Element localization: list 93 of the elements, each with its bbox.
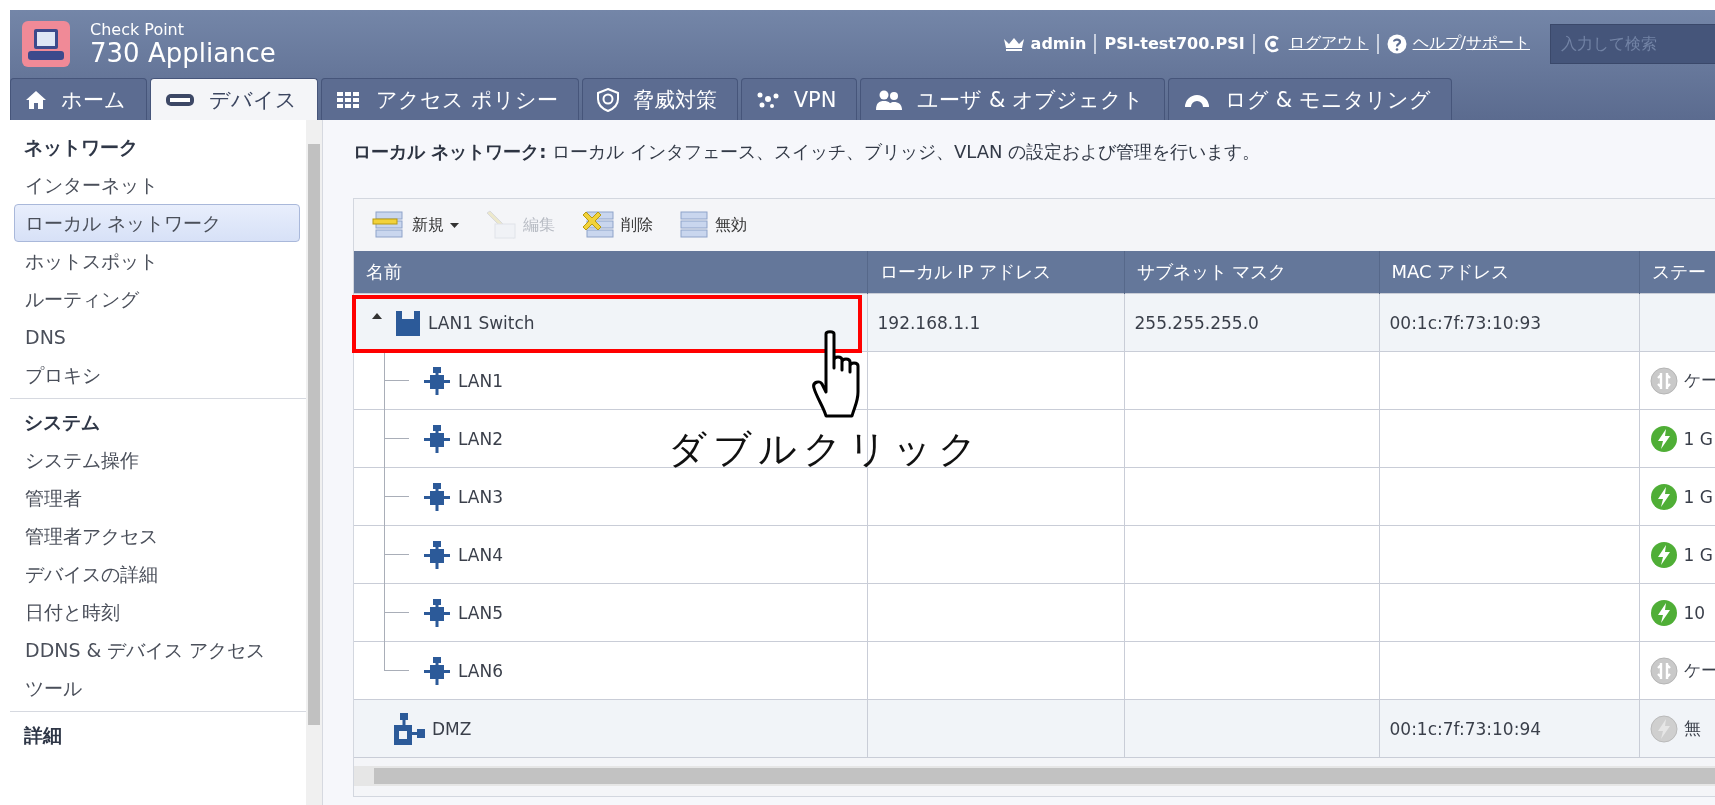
- logo-icon: [22, 20, 70, 67]
- interface-name: LAN4: [458, 544, 504, 565]
- crown-icon: [1002, 36, 1025, 51]
- tree-line: [384, 525, 409, 583]
- annotation-caption: ダブルクリック: [668, 426, 983, 473]
- switch-icon: [394, 308, 422, 337]
- nav-tab[interactable]: 脅威対策: [581, 78, 738, 120]
- cable-icon: [1649, 366, 1678, 395]
- section-heading: ネットワーク: [23, 135, 139, 160]
- help-icon: [1386, 33, 1407, 54]
- interface-name: LAN2: [458, 428, 504, 449]
- toolbar-button[interactable]: 新規: [368, 208, 463, 242]
- home-icon: [25, 89, 47, 110]
- lightning-icon: [1649, 714, 1678, 743]
- horizontal-scrollbar[interactable]: [354, 766, 1715, 786]
- table-cell: 192.168.1.1: [877, 312, 981, 333]
- interface-name: LAN6: [458, 660, 504, 681]
- sidebar-item[interactable]: DNS: [14, 318, 300, 356]
- column-header[interactable]: 名前: [354, 251, 867, 294]
- device-icon: [165, 91, 195, 108]
- port-icon: [422, 655, 452, 686]
- status-text: 1 G: [1683, 544, 1713, 565]
- list-delete-icon: [581, 210, 615, 240]
- product-name: 730 Appliance: [90, 39, 276, 66]
- nav-tab[interactable]: デバイス: [150, 78, 318, 120]
- sidebar-item[interactable]: ルーティング: [14, 280, 300, 318]
- lightning-icon: [1649, 424, 1678, 453]
- interface-name: LAN1: [458, 370, 504, 391]
- expand-toggle[interactable]: [372, 312, 382, 319]
- port-icon: [422, 597, 452, 628]
- slash-text: /: [1460, 33, 1466, 54]
- tree-line: [384, 467, 409, 525]
- sidebar-item[interactable]: ホットスポット: [14, 242, 300, 280]
- list-add-icon: [372, 210, 406, 240]
- support-link[interactable]: サポート: [1466, 33, 1530, 54]
- status-text: 無: [1683, 717, 1701, 740]
- section-heading: システム: [23, 410, 101, 435]
- grid-icon: [336, 89, 362, 110]
- host-name: PSI-test700.PSI: [1104, 34, 1245, 53]
- help-link[interactable]: ヘルプ: [1412, 33, 1461, 54]
- list-icon: [679, 210, 709, 240]
- section-heading: 詳細: [23, 723, 63, 748]
- cable-icon: [1649, 656, 1678, 685]
- logout-link[interactable]: ログアウト: [1288, 33, 1369, 54]
- tree-line: [384, 409, 409, 467]
- sidebar-item[interactable]: プロキシ: [14, 356, 300, 394]
- sidebar-item[interactable]: デバイスの詳細: [14, 555, 300, 593]
- toolbar-button[interactable]: 削除: [577, 208, 657, 242]
- sidebar-item[interactable]: ツール: [14, 669, 300, 707]
- port-icon: [422, 423, 452, 454]
- users-icon: [875, 88, 904, 111]
- status-text: 1 G: [1683, 486, 1713, 507]
- lightning-icon: [1649, 540, 1678, 569]
- brand-name: Check Point: [90, 21, 186, 38]
- interface-name: DMZ: [432, 718, 472, 739]
- table-cell: 00:1c:7f:73:10:93: [1389, 312, 1542, 333]
- table-cell: 255.255.255.0: [1134, 312, 1259, 333]
- lightning-icon: [1649, 598, 1678, 627]
- status-text: 10: [1683, 602, 1706, 623]
- lightning-icon: [1649, 482, 1678, 511]
- dmz-icon: [392, 711, 426, 746]
- sidebar-item[interactable]: システム操作: [14, 441, 300, 479]
- port-icon: [422, 481, 452, 512]
- port-icon: [422, 365, 452, 396]
- column-header[interactable]: ローカル IP アドレス: [867, 251, 1124, 294]
- tree-line: [384, 351, 409, 409]
- port-icon: [422, 539, 452, 570]
- sidebar-item[interactable]: 日付と時刻: [14, 593, 300, 631]
- nav-tab[interactable]: ログ & モニタリング: [1168, 78, 1452, 120]
- status-text: 1 G: [1683, 428, 1713, 449]
- shield-icon: [596, 87, 619, 112]
- user-name: admin: [1030, 34, 1087, 53]
- column-header[interactable]: MAC アドレス: [1379, 251, 1639, 294]
- pencil-icon: [485, 210, 517, 240]
- network-dots-icon: [755, 90, 780, 109]
- interface-name: LAN3: [458, 486, 504, 507]
- nav-tab[interactable]: アクセス ポリシー: [321, 78, 579, 120]
- nav-tab[interactable]: ホーム: [10, 78, 147, 120]
- sidebar-item[interactable]: インターネット: [14, 166, 300, 204]
- sidebar-item[interactable]: ローカル ネットワーク: [14, 204, 300, 242]
- table-cell: 00:1c:7f:73:10:94: [1389, 718, 1542, 739]
- toolbar-button[interactable]: 無効: [675, 208, 751, 242]
- interface-name: LAN1 Switch: [428, 312, 535, 333]
- interface-name: LAN5: [458, 602, 504, 623]
- nav-tab[interactable]: ユーザ & オブジェクト: [860, 78, 1166, 120]
- page-description: ローカル ネットワーク: ローカル インタフェース、スイッチ、ブリッジ、VLAN の設定および管理を行います。: [353, 140, 1262, 164]
- column-header[interactable]: ステー: [1639, 251, 1715, 294]
- sidebar-item[interactable]: 管理者アクセス: [14, 517, 300, 555]
- column-header[interactable]: サブネット マスク: [1124, 251, 1379, 294]
- sidebar-item[interactable]: DDNS & デバイス アクセス: [14, 631, 300, 669]
- scrollbar[interactable]: [306, 120, 322, 805]
- sidebar-item[interactable]: 管理者: [14, 479, 300, 517]
- nav-tab[interactable]: VPN: [740, 78, 858, 120]
